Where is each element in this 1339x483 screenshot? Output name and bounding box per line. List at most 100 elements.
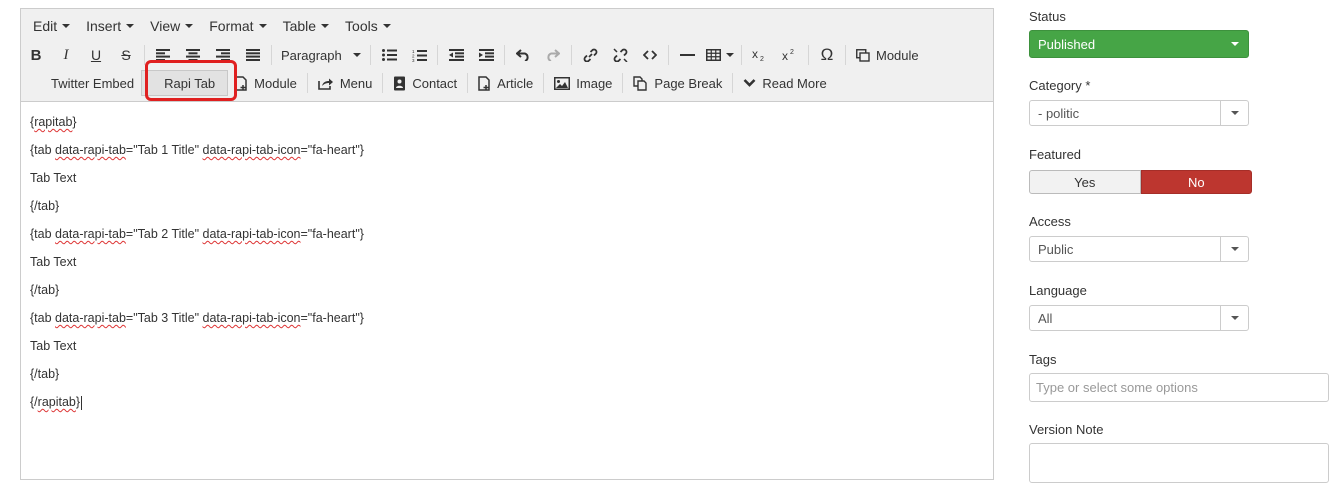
toolbar-separator <box>543 73 545 93</box>
access-value: Public <box>1038 241 1074 257</box>
menu-format-label: Format <box>209 17 254 34</box>
redo-icon <box>547 49 560 61</box>
strikethrough-icon: S <box>121 47 131 63</box>
special-character-button[interactable]: Ω <box>812 43 842 67</box>
table-button[interactable] <box>702 43 738 67</box>
outdent-button[interactable] <box>441 43 471 67</box>
menu-tools[interactable]: Tools <box>337 18 399 34</box>
toolbar-separator <box>504 45 505 65</box>
version-note-label: Version Note <box>1029 422 1104 437</box>
code-button[interactable] <box>635 43 665 67</box>
content-line: {tab data-rapi-tab="Tab 2 Title" data-ra… <box>30 227 364 241</box>
category-value: - politic <box>1038 105 1080 121</box>
align-justify-button[interactable] <box>238 43 268 67</box>
table-icon <box>706 49 721 61</box>
featured-no-button[interactable]: No <box>1140 170 1252 194</box>
contact-button[interactable]: Contact <box>386 71 464 95</box>
image-button[interactable]: Image <box>547 71 619 95</box>
article-button[interactable]: Article <box>471 71 540 95</box>
content-line: {tab data-rapi-tab="Tab 3 Title" data-ra… <box>30 311 364 325</box>
undo-button[interactable] <box>508 43 538 67</box>
twitter-embed-label: Twitter Embed <box>51 75 135 91</box>
toolbar-separator <box>370 45 371 65</box>
align-left-button[interactable] <box>148 43 178 67</box>
bold-icon: B <box>30 46 42 64</box>
access-select[interactable]: Public <box>1029 236 1249 262</box>
menu-format[interactable]: Format <box>201 18 274 34</box>
toolbar-separator <box>382 73 384 93</box>
align-center-button[interactable] <box>178 43 208 67</box>
caret-down-icon <box>126 23 135 28</box>
superscript-icon: x2 <box>782 49 794 62</box>
caret-down-icon <box>726 53 734 57</box>
module-insert-button[interactable]: Module <box>228 71 304 95</box>
content-line: Tab Text <box>30 339 77 353</box>
rapi-tab-label: Rapi Tab <box>164 75 216 91</box>
content-line: {/rapitab} <box>30 395 83 410</box>
content-line: {rapitab} <box>30 115 77 129</box>
editor-content[interactable]: {rapitab} {tab data-rapi-tab="Tab 1 Titl… <box>21 102 993 422</box>
subscript-icon: x2 <box>752 48 764 62</box>
unlink-button[interactable] <box>605 43 635 67</box>
read-more-button[interactable]: Read More <box>736 71 833 95</box>
align-right-button[interactable] <box>208 43 238 67</box>
italic-button[interactable]: I <box>51 43 81 67</box>
format-select[interactable]: Paragraph <box>275 43 367 67</box>
strikethrough-button[interactable]: S <box>111 43 141 67</box>
page-break-button[interactable]: Page Break <box>626 71 729 95</box>
misspelled-word: data-rapi-tab <box>55 311 126 325</box>
numbered-list-button[interactable]: 123 <box>404 43 434 67</box>
status-select[interactable]: Published <box>1029 30 1249 58</box>
caret-down-icon <box>185 23 194 28</box>
category-select[interactable]: - politic <box>1029 100 1249 126</box>
tags-input[interactable]: Type or select some options <box>1029 373 1329 402</box>
menu-view[interactable]: View <box>142 18 201 34</box>
redo-button[interactable] <box>538 43 568 67</box>
copy-icon <box>633 75 648 91</box>
bold-button[interactable]: B <box>21 43 51 67</box>
contact-label: Contact <box>412 75 458 91</box>
language-value: All <box>1038 310 1053 326</box>
language-label: Language <box>1029 283 1087 298</box>
underline-button[interactable]: U <box>81 43 111 67</box>
featured-label: Featured <box>1029 147 1082 162</box>
toolbar-separator <box>808 45 809 65</box>
toolbar-row-2: Twitter Embed Rapi Tab Module Menu Conta… <box>21 70 834 96</box>
superscript-button[interactable]: x2 <box>775 43 805 67</box>
rapi-tab-button[interactable]: Rapi Tab <box>141 70 229 96</box>
bullet-list-button[interactable] <box>374 43 404 67</box>
insert-link-button[interactable] <box>575 43 605 67</box>
twitter-embed-button[interactable]: Twitter Embed <box>21 71 141 95</box>
toolbar-separator <box>845 45 846 65</box>
align-center-icon <box>186 49 200 61</box>
svg-text:2: 2 <box>790 49 794 56</box>
language-select[interactable]: All <box>1029 305 1249 331</box>
italic-icon: I <box>63 46 69 63</box>
menu-edit[interactable]: Edit <box>25 18 78 34</box>
featured-toggle: Yes No <box>1029 170 1252 194</box>
text-cursor <box>81 395 83 410</box>
caret-down-icon <box>353 53 361 57</box>
version-note-input[interactable] <box>1029 443 1329 483</box>
caret-down-icon <box>258 23 267 28</box>
toolbar-separator <box>306 73 308 93</box>
module-button[interactable]: Module <box>849 43 926 67</box>
menu-insert-button[interactable]: Menu <box>311 71 380 95</box>
subscript-button[interactable]: x2 <box>745 43 775 67</box>
status-value: Published <box>1038 36 1096 52</box>
chevron-down-icon <box>1220 306 1248 330</box>
toolbar-separator <box>437 45 438 65</box>
status-label: Status <box>1029 9 1066 24</box>
align-right-icon <box>216 49 230 61</box>
undo-icon <box>516 49 529 61</box>
category-label: Category * <box>1029 78 1091 93</box>
menu-insert[interactable]: Insert <box>78 18 142 34</box>
image-icon <box>554 76 571 90</box>
svg-text:2: 2 <box>760 56 764 62</box>
menu-table[interactable]: Table <box>275 18 337 34</box>
horizontal-rule-button[interactable] <box>672 43 702 67</box>
file-add-icon <box>478 75 490 91</box>
indent-button[interactable] <box>471 43 501 67</box>
featured-yes-button[interactable]: Yes <box>1029 170 1141 194</box>
content-line: {/tab} <box>30 367 60 381</box>
